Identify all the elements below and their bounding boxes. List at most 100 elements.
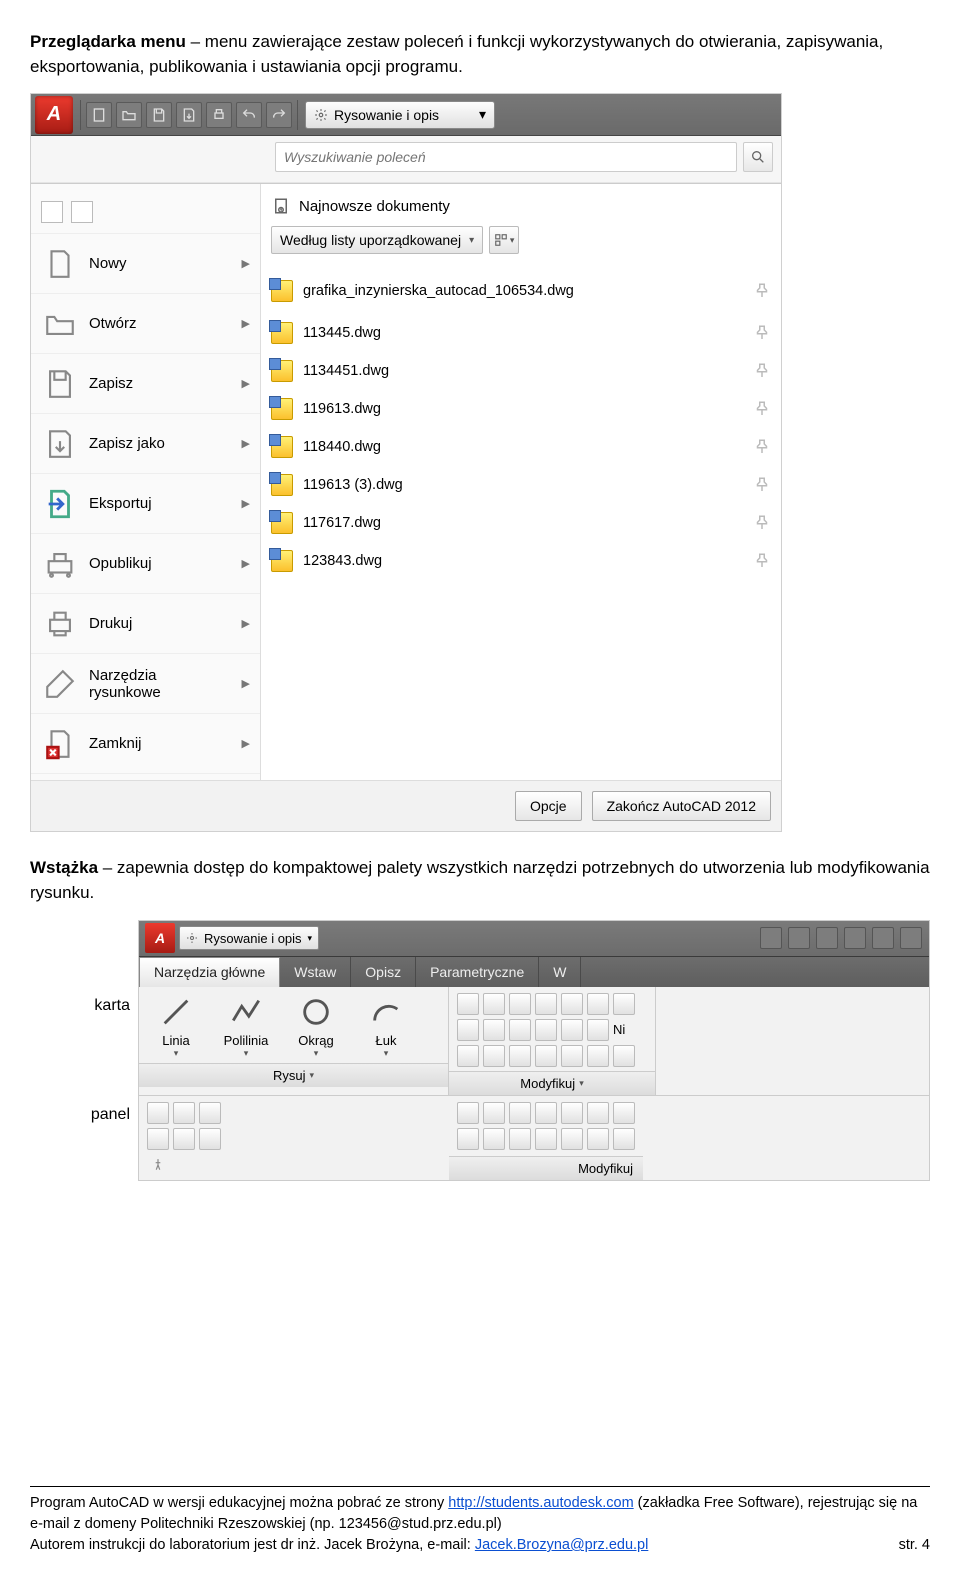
menu-item[interactable]: Eksportuj ▶ xyxy=(31,474,260,534)
tool-icon[interactable] xyxy=(587,993,609,1015)
menu-item[interactable]: Opublikuj ▶ xyxy=(31,534,260,594)
pin-icon[interactable] xyxy=(147,1154,169,1176)
draw-tool[interactable]: Łuk ▾ xyxy=(357,993,415,1059)
tool-icon[interactable] xyxy=(457,1019,479,1041)
link-students[interactable]: http://students.autodesk.com xyxy=(448,1495,633,1511)
recent-doc-row[interactable]: 117617.dwg xyxy=(271,504,771,542)
tool-icon[interactable] xyxy=(509,993,531,1015)
saveas-icon[interactable] xyxy=(176,102,202,128)
recent-doc-row[interactable]: 118440.dwg xyxy=(271,428,771,466)
redo-icon[interactable] xyxy=(266,102,292,128)
new-icon[interactable] xyxy=(86,102,112,128)
tool-icon[interactable] xyxy=(147,1102,169,1124)
pin-icon[interactable] xyxy=(753,400,771,418)
pin-icon[interactable] xyxy=(753,552,771,570)
tool-icon[interactable] xyxy=(535,1045,557,1067)
ribbon-tab[interactable]: W xyxy=(539,957,581,987)
open-small-icon[interactable] xyxy=(71,201,93,223)
qat-icon[interactable] xyxy=(788,927,810,949)
open-icon[interactable] xyxy=(116,102,142,128)
menu-item[interactable]: Nowy ▶ xyxy=(31,234,260,294)
tool-icon[interactable] xyxy=(561,1102,583,1124)
recent-doc-row[interactable]: 119613.dwg xyxy=(271,390,771,428)
pin-icon[interactable] xyxy=(753,324,771,342)
tool-icon[interactable] xyxy=(535,1019,557,1041)
tool-icon[interactable] xyxy=(587,1019,609,1041)
pin-icon[interactable] xyxy=(753,514,771,532)
tool-icon[interactable] xyxy=(173,1128,195,1150)
tool-icon[interactable] xyxy=(509,1102,531,1124)
autocad-logo-icon[interactable]: A xyxy=(145,923,175,953)
tool-icon[interactable] xyxy=(147,1128,169,1150)
qat-icon[interactable] xyxy=(900,927,922,949)
panel-title-modify2[interactable]: Modyfikuj xyxy=(449,1156,643,1180)
ribbon-tab[interactable]: Opisz xyxy=(351,957,416,987)
menu-item[interactable]: Zapisz ▶ xyxy=(31,354,260,414)
tool-icon[interactable] xyxy=(457,993,479,1015)
pin-icon[interactable] xyxy=(753,362,771,380)
menu-item[interactable]: Narzędzia rysunkowe ▶ xyxy=(31,654,260,714)
panel-title-draw[interactable]: Rysuj▾ xyxy=(139,1063,448,1087)
draw-tool[interactable]: Polilinia ▾ xyxy=(217,993,275,1059)
draw-tool[interactable]: Linia ▾ xyxy=(147,993,205,1059)
tool-icon[interactable] xyxy=(561,993,583,1015)
tool-icon[interactable] xyxy=(613,993,635,1015)
tool-icon[interactable] xyxy=(587,1102,609,1124)
tool-icon[interactable] xyxy=(483,1045,505,1067)
exit-button[interactable]: Zakończ AutoCAD 2012 xyxy=(592,791,771,821)
recent-doc-row[interactable]: 1134451.dwg xyxy=(271,352,771,390)
menu-item[interactable]: Drukuj ▶ xyxy=(31,594,260,654)
tool-icon[interactable] xyxy=(483,993,505,1015)
autocad-logo-icon[interactable]: A xyxy=(35,96,73,134)
qat-icon[interactable] xyxy=(844,927,866,949)
tool-icon[interactable] xyxy=(457,1045,479,1067)
tool-icon[interactable] xyxy=(613,1128,635,1150)
tool-icon[interactable] xyxy=(483,1102,505,1124)
panel-title-modify[interactable]: Modyfikuj▾ xyxy=(449,1071,655,1095)
tool-icon[interactable] xyxy=(561,1019,583,1041)
search-input[interactable] xyxy=(275,142,737,172)
tool-icon[interactable] xyxy=(613,1102,635,1124)
tool-icon[interactable] xyxy=(509,1128,531,1150)
menu-item[interactable]: Zamknij ▶ xyxy=(31,714,260,774)
tool-icon[interactable] xyxy=(587,1128,609,1150)
workspace-dropdown[interactable]: Rysowanie i opis ▾ xyxy=(179,926,319,950)
recent-doc-row[interactable]: 119613 (3).dwg xyxy=(271,466,771,504)
options-button[interactable]: Opcje xyxy=(515,791,582,821)
tool-icon[interactable] xyxy=(457,1102,479,1124)
recent-doc-row[interactable]: grafika_inzynierska_autocad_106534.dwg xyxy=(271,268,771,314)
pin-icon[interactable] xyxy=(753,282,771,300)
view-toggle[interactable]: ▾ xyxy=(489,226,519,254)
ribbon-tab[interactable]: Parametryczne xyxy=(416,957,539,987)
search-button[interactable] xyxy=(743,142,773,172)
pin-icon[interactable] xyxy=(753,476,771,494)
ribbon-tab[interactable]: Narzędzia główne xyxy=(139,957,280,987)
workspace-dropdown[interactable]: Rysowanie i opis ▾ xyxy=(305,101,495,129)
tool-icon[interactable] xyxy=(199,1102,221,1124)
tool-icon[interactable] xyxy=(561,1128,583,1150)
recent-doc-row[interactable]: 113445.dwg xyxy=(271,314,771,352)
pin-icon[interactable] xyxy=(753,438,771,456)
tool-icon[interactable] xyxy=(173,1102,195,1124)
tool-icon[interactable] xyxy=(587,1045,609,1067)
tool-icon[interactable] xyxy=(199,1128,221,1150)
recent-doc-row[interactable]: 123843.dwg xyxy=(271,542,771,580)
tool-icon[interactable] xyxy=(561,1045,583,1067)
print-icon[interactable] xyxy=(206,102,232,128)
save-icon[interactable] xyxy=(146,102,172,128)
recent-small-icon[interactable] xyxy=(41,201,63,223)
qat-icon[interactable] xyxy=(816,927,838,949)
qat-icon[interactable] xyxy=(872,927,894,949)
tool-icon[interactable] xyxy=(457,1128,479,1150)
menu-item[interactable]: Zapisz jako ▶ xyxy=(31,414,260,474)
menu-item[interactable]: Otwórz ▶ xyxy=(31,294,260,354)
tool-icon[interactable] xyxy=(613,1045,635,1067)
link-email[interactable]: Jacek.Brozyna@prz.edu.pl xyxy=(475,1537,649,1553)
tool-icon[interactable] xyxy=(535,1102,557,1124)
ribbon-tab[interactable]: Wstaw xyxy=(280,957,351,987)
tool-icon[interactable] xyxy=(483,1019,505,1041)
tool-icon[interactable] xyxy=(535,993,557,1015)
draw-tool[interactable]: Okrąg ▾ xyxy=(287,993,345,1059)
qat-icon[interactable] xyxy=(760,927,782,949)
undo-icon[interactable] xyxy=(236,102,262,128)
